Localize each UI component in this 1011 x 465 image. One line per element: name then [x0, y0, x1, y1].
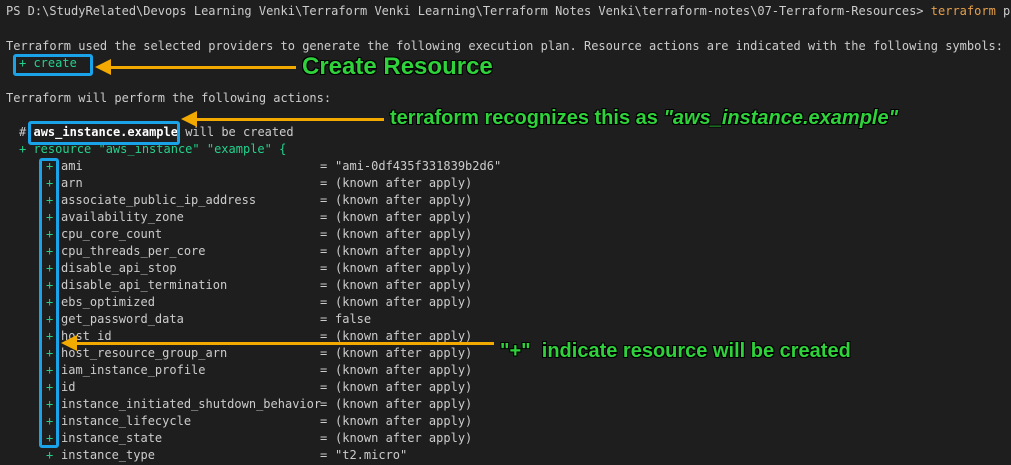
attribute-row: + instance_type = "t2.micro": [0, 447, 1011, 464]
equals-sign: =: [320, 380, 328, 394]
attribute-value: (known after apply): [335, 244, 473, 258]
attribute-row: + iam_instance_profile = (known after apply…: [0, 362, 1011, 379]
resource-address-highlight-box: [28, 121, 180, 145]
plus-column-highlight-box: [39, 158, 59, 448]
equals-sign: =: [320, 346, 328, 360]
attribute-value: (known after apply): [335, 397, 473, 411]
attribute-name: disable_api_stop: [61, 261, 177, 275]
annotation-create-resource: Create Resource: [302, 53, 493, 80]
equals-sign: =: [320, 227, 328, 241]
attribute-row: + get_password_data = false: [0, 311, 1011, 328]
resource-comment-suffix: will be created: [185, 125, 294, 139]
equals-sign: =: [320, 448, 328, 462]
attribute-value: (known after apply): [335, 380, 473, 394]
equals-sign: =: [320, 244, 328, 258]
arrow-to-create-symbol: [110, 66, 296, 69]
attribute-name: associate_public_ip_address: [61, 193, 257, 207]
arrow-to-plus-column: [76, 342, 494, 345]
attribute-name: instance_initiated_shutdown_behavior: [61, 397, 322, 411]
attribute-name: instance_type: [61, 448, 155, 462]
attribute-row: + disable_api_termination = (known after ap…: [0, 277, 1011, 294]
command-argument: plan: [1003, 4, 1011, 18]
attribute-value: (known after apply): [335, 261, 473, 275]
attribute-row: + cpu_core_count = (known after apply): [0, 226, 1011, 243]
command-name: terraform: [930, 4, 996, 18]
attribute-value: "ami-0df435f331839b2d6": [335, 159, 502, 173]
attribute-row: + id = (known after apply): [0, 379, 1011, 396]
attribute-value: (known after apply): [335, 210, 473, 224]
equals-sign: =: [320, 431, 328, 445]
attribute-value: (known after apply): [335, 278, 473, 292]
attribute-row: + cpu_threads_per_core = (known after apply…: [0, 243, 1011, 260]
terminal-window[interactable]: PS D:\StudyRelated\Devops Learning Venki…: [0, 0, 1011, 465]
attribute-value: (known after apply): [335, 363, 473, 377]
attribute-row: + ebs_optimized = (known after apply): [0, 294, 1011, 311]
attribute-value: (known after apply): [335, 227, 473, 241]
equals-sign: =: [320, 397, 328, 411]
prompt-path: PS D:\StudyRelated\Devops Learning Venki…: [6, 4, 924, 18]
attribute-name: arn: [61, 176, 83, 190]
equals-sign: =: [320, 363, 328, 377]
plan-intro-text: Terraform used the selected providers to…: [6, 39, 1003, 53]
equals-sign: =: [320, 176, 328, 190]
create-symbol-highlight-box: [13, 54, 93, 76]
annotation-recognizes-quoted: "aws_instance.example": [663, 107, 899, 129]
attribute-name: ami: [61, 159, 83, 173]
attribute-name: ebs_optimized: [61, 295, 155, 309]
comment-hash: #: [19, 125, 27, 139]
attribute-value: (known after apply): [335, 295, 473, 309]
attribute-name: cpu_threads_per_core: [61, 244, 206, 258]
attribute-value: "t2.micro": [335, 448, 408, 462]
attribute-value: (known after apply): [335, 176, 473, 190]
annotation-recognizes-prefix: terraform recognizes this as: [390, 107, 658, 129]
attribute-name: disable_api_termination: [61, 278, 228, 292]
attribute-value: (known after apply): [335, 346, 473, 360]
attribute-row: + associate_public_ip_address = (known afte…: [0, 192, 1011, 209]
arrow-head-create: [95, 59, 111, 75]
attribute-row: + instance_lifecycle = (known after apply): [0, 413, 1011, 430]
annotation-plus-quoted: "+": [500, 340, 531, 362]
actions-heading: Terraform will perform the following act…: [6, 91, 332, 105]
attribute-row: + ami = "ami-0df435f331839b2d6": [0, 158, 1011, 175]
equals-sign: =: [320, 312, 328, 326]
equals-sign: =: [320, 295, 328, 309]
attribute-row: + instance_initiated_shutdown_behavior = (k…: [0, 396, 1011, 413]
annotation-recognizes: terraform recognizes this as "aws_instan…: [390, 107, 898, 130]
attribute-value: (known after apply): [335, 431, 473, 445]
attribute-name: availability_zone: [61, 210, 184, 224]
attribute-row: + arn = (known after apply): [0, 175, 1011, 192]
equals-sign: =: [320, 261, 328, 275]
prompt-line: PS D:\StudyRelated\Devops Learning Venki…: [6, 3, 1011, 20]
arrow-to-resource-address: [196, 118, 384, 121]
annotation-plus-text: indicate resource will be created: [541, 340, 851, 362]
equals-sign: =: [320, 210, 328, 224]
attribute-row: + instance_state = (known after apply): [0, 430, 1011, 447]
attribute-value: false: [335, 312, 372, 326]
attribute-name: host_resource_group_arn: [61, 346, 228, 360]
attribute-row: + availability_zone = (known after apply): [0, 209, 1011, 226]
equals-sign: =: [320, 193, 328, 207]
attribute-name: get_password_data: [61, 312, 184, 326]
arrow-head-plus: [61, 335, 77, 351]
attribute-row: + disable_api_stop = (known after apply): [0, 260, 1011, 277]
plus-sign: +: [46, 448, 54, 462]
equals-sign: =: [320, 159, 328, 173]
attribute-name: iam_instance_profile: [61, 363, 206, 377]
attribute-value: (known after apply): [335, 193, 473, 207]
arrow-head-address: [181, 111, 197, 127]
annotation-plus-indicates: "+" indicate resource will be created: [500, 340, 851, 363]
attribute-name: instance_state: [61, 431, 163, 445]
attribute-value: (known after apply): [335, 414, 473, 428]
attribute-name: cpu_core_count: [61, 227, 163, 241]
equals-sign: =: [320, 278, 328, 292]
attribute-name: instance_lifecycle: [61, 414, 192, 428]
attribute-name: id: [61, 380, 76, 394]
equals-sign: =: [320, 414, 328, 428]
